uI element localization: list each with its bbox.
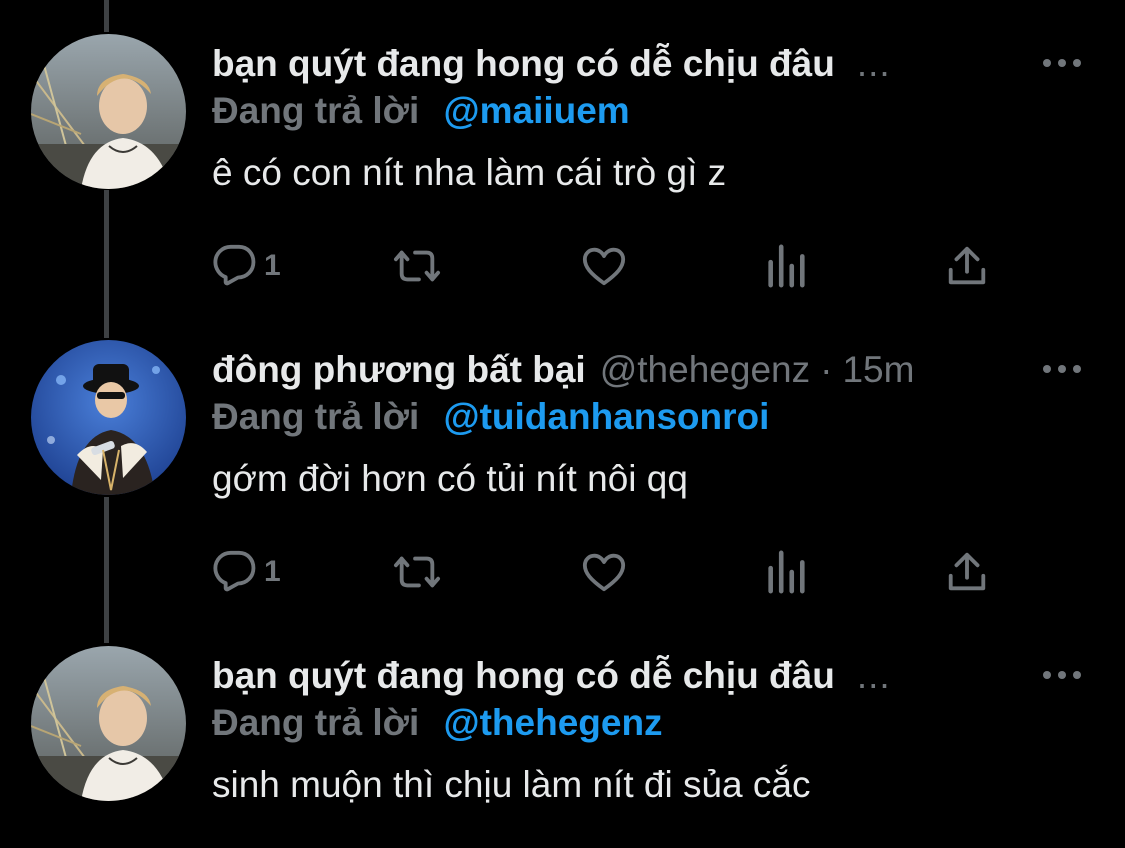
views-icon bbox=[768, 244, 805, 288]
avatar-image bbox=[31, 34, 186, 189]
tweet-text: ê có con nít nha làm cái trò gì z bbox=[212, 152, 727, 193]
like-icon bbox=[582, 553, 626, 592]
name-truncation: ... bbox=[856, 655, 891, 696]
avatar-image bbox=[31, 646, 186, 801]
replying-to-label: Đang trả lời bbox=[212, 90, 420, 131]
display-name[interactable]: đông phương bất bại bbox=[212, 349, 586, 391]
tweet-header: đông phương bất bại @thehegenz · 15m bbox=[212, 340, 914, 400]
display-name[interactable]: bạn quýt đang hong có dễ chịu đâu bbox=[212, 43, 835, 85]
replying-to: Đang trả lời @maiiuem bbox=[212, 90, 630, 132]
like-icon bbox=[582, 247, 626, 286]
replying-to: Đang trả lời @thehegenz bbox=[212, 702, 663, 744]
retweet-button[interactable] bbox=[392, 238, 442, 294]
tweet[interactable]: bạn quýt đang hong có dễ chịu đâu ... Đa… bbox=[0, 646, 1125, 848]
tweet-actions: 1 bbox=[212, 544, 1012, 600]
replying-to-handle-link[interactable]: @maiiuem bbox=[444, 90, 630, 131]
tweet-header: bạn quýt đang hong có dễ chịu đâu ... bbox=[212, 34, 891, 94]
like-button[interactable] bbox=[580, 544, 628, 600]
handle-text: @thehegenz bbox=[599, 349, 811, 390]
user-handle[interactable]: @thehegenz · 15m bbox=[600, 349, 915, 391]
avatar[interactable] bbox=[31, 34, 186, 189]
separator-dot: · bbox=[820, 349, 833, 390]
more-options-icon[interactable] bbox=[1040, 660, 1084, 690]
avatar-image bbox=[31, 340, 186, 495]
views-button[interactable] bbox=[764, 238, 808, 294]
retweet-button[interactable] bbox=[392, 544, 442, 600]
tweet-text: sinh muộn thì chịu làm nít đi sủa cắc bbox=[212, 764, 811, 805]
name-truncation: ... bbox=[856, 43, 891, 84]
retweet-icon bbox=[393, 250, 440, 282]
reply-icon bbox=[213, 244, 256, 286]
replying-to-handle-link[interactable]: @tuidanhansonroi bbox=[444, 396, 770, 437]
views-button[interactable] bbox=[764, 544, 808, 600]
replying-to-label: Đang trả lời bbox=[212, 702, 420, 743]
tweet-header: bạn quýt đang hong có dễ chịu đâu ... bbox=[212, 646, 891, 706]
replying-to: Đang trả lời @tuidanhansonroi bbox=[212, 396, 769, 438]
tweet-actions: 1 bbox=[212, 238, 1012, 294]
avatar[interactable] bbox=[31, 646, 186, 801]
like-button[interactable] bbox=[580, 238, 628, 294]
reply-button[interactable]: 1 bbox=[212, 238, 281, 294]
share-button[interactable] bbox=[944, 544, 990, 600]
views-icon bbox=[768, 550, 805, 594]
share-button[interactable] bbox=[944, 238, 990, 294]
reply-count: 1 bbox=[264, 249, 281, 282]
tweet[interactable]: bạn quýt đang hong có dễ chịu đâu ... Đa… bbox=[0, 34, 1125, 324]
tweet[interactable]: đông phương bất bại @thehegenz · 15m Đang … bbox=[0, 340, 1125, 630]
tweet-text: gớm đời hơn có tủi nít nôi qq bbox=[212, 458, 688, 499]
display-name[interactable]: bạn quýt đang hong có dễ chịu đâu bbox=[212, 655, 835, 697]
retweet-icon bbox=[393, 556, 440, 588]
reply-icon bbox=[213, 550, 256, 592]
reply-button[interactable]: 1 bbox=[212, 544, 281, 600]
share-icon bbox=[948, 552, 986, 591]
timestamp[interactable]: 15m bbox=[842, 349, 914, 390]
thread-line bbox=[104, 0, 109, 32]
share-icon bbox=[948, 246, 986, 285]
avatar[interactable] bbox=[31, 340, 186, 495]
replying-to-label: Đang trả lời bbox=[212, 396, 420, 437]
more-options-icon[interactable] bbox=[1040, 48, 1084, 78]
more-options-icon[interactable] bbox=[1040, 354, 1084, 384]
replying-to-handle-link[interactable]: @thehegenz bbox=[444, 702, 663, 743]
reply-count: 1 bbox=[264, 555, 281, 588]
